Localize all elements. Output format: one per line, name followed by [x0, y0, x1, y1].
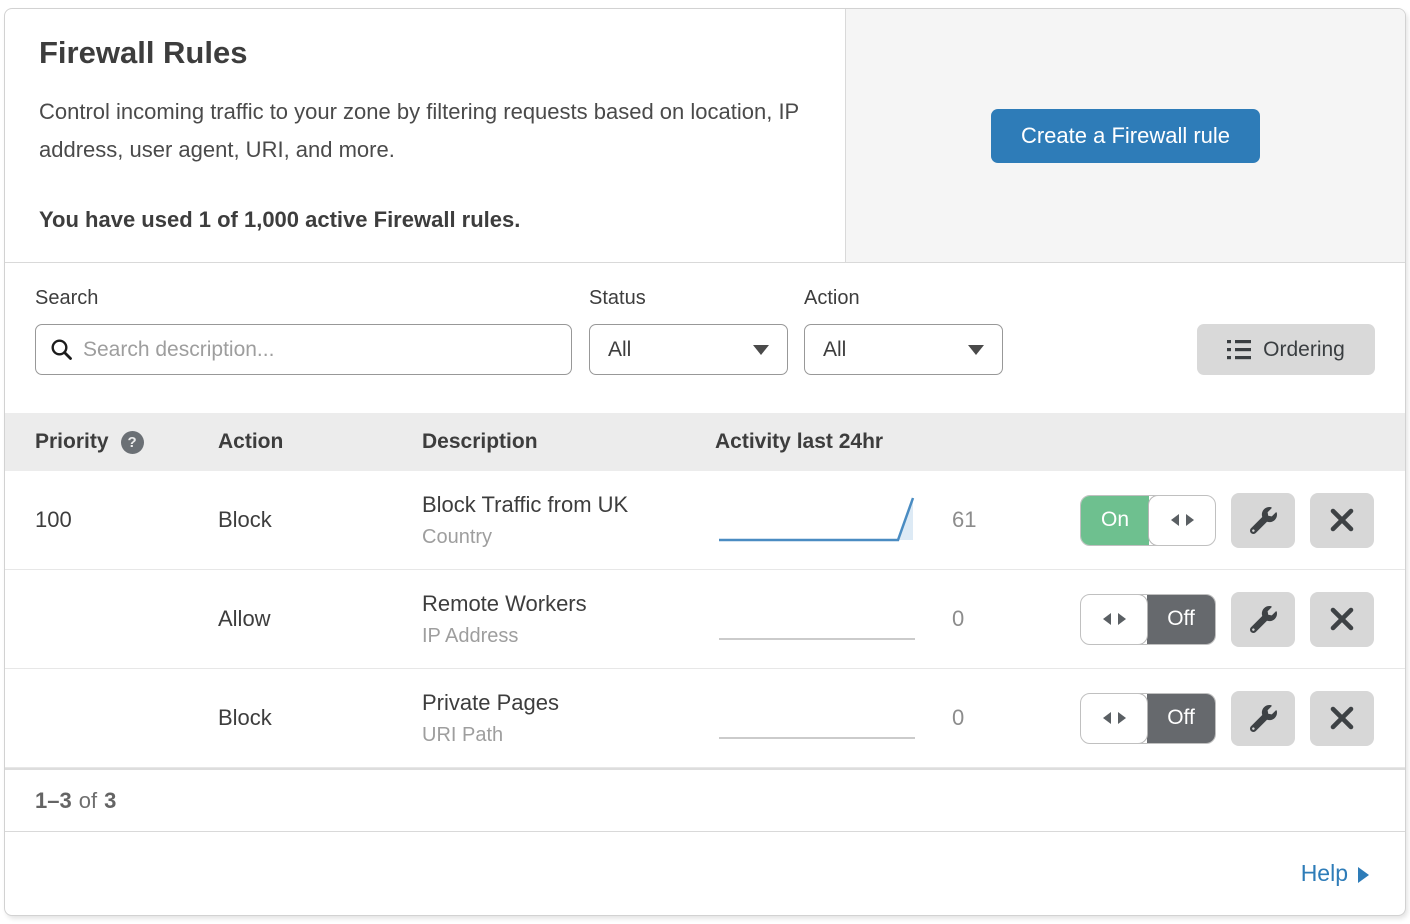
activity-cell: 0 [715, 591, 1080, 647]
delete-rule-button[interactable] [1310, 493, 1374, 548]
toggle-knob[interactable] [1148, 495, 1216, 546]
action-select[interactable]: All [804, 324, 1003, 375]
status-select[interactable]: All [589, 324, 788, 375]
help-bar: Help [5, 831, 1405, 915]
pagination-of: of [79, 788, 97, 814]
enable-toggle[interactable]: On [1080, 495, 1216, 546]
action-selected-value: All [823, 338, 846, 362]
edit-rule-button[interactable] [1231, 691, 1295, 746]
enable-toggle[interactable]: Off [1080, 594, 1216, 645]
search-icon [50, 338, 73, 361]
header-text-block: Firewall Rules Control incoming traffic … [5, 9, 845, 262]
firewall-rules-panel: Firewall Rules Control incoming traffic … [4, 8, 1406, 916]
toggle-knob[interactable] [1080, 693, 1148, 744]
toggle-state-label: Off [1147, 595, 1215, 644]
table-header-row: Priority ? Action Description Activity l… [5, 413, 1405, 471]
activity-cell: 0 [715, 690, 1080, 746]
status-selected-value: All [608, 338, 631, 362]
toggle-state-label: On [1081, 496, 1149, 545]
arrow-right-icon [1186, 514, 1194, 526]
help-link-label: Help [1301, 860, 1348, 887]
table-body: 100 Block Block Traffic from UK Country … [5, 471, 1405, 768]
rule-description: Block Traffic from UK [422, 492, 715, 518]
wrench-icon [1250, 705, 1277, 732]
action-cell: Block [218, 705, 422, 731]
delete-rule-button[interactable] [1310, 592, 1374, 647]
chevron-down-icon [968, 345, 984, 355]
activity-sparkline-icon [715, 690, 920, 746]
column-header-action: Action [218, 430, 422, 454]
activity-count: 61 [952, 507, 976, 533]
toggle-knob[interactable] [1080, 594, 1148, 645]
page-description: Control incoming traffic to your zone by… [39, 93, 809, 169]
search-group: Search [35, 287, 572, 375]
close-icon [1330, 706, 1354, 730]
search-box [35, 324, 572, 375]
delete-rule-button[interactable] [1310, 691, 1374, 746]
rule-description: Private Pages [422, 690, 715, 716]
list-ordering-icon [1227, 339, 1251, 360]
table-row: Allow Remote Workers IP Address 0 Off [5, 570, 1405, 669]
wrench-icon [1250, 507, 1277, 534]
action-cell: Allow [218, 606, 422, 632]
create-firewall-rule-button[interactable]: Create a Firewall rule [991, 109, 1260, 163]
page-title: Firewall Rules [39, 35, 811, 71]
ordering-button-label: Ordering [1263, 338, 1345, 362]
action-label: Action [804, 287, 1003, 310]
row-controls: Off [1080, 592, 1405, 647]
description-cell: Remote Workers IP Address [422, 591, 715, 648]
arrow-left-icon [1103, 613, 1111, 625]
close-icon [1330, 607, 1354, 631]
close-icon [1330, 508, 1354, 532]
description-cell: Block Traffic from UK Country [422, 492, 715, 549]
header-section: Firewall Rules Control incoming traffic … [5, 9, 1405, 263]
rule-description: Remote Workers [422, 591, 715, 617]
header-action-panel: Create a Firewall rule [845, 9, 1405, 262]
row-controls: Off [1080, 691, 1405, 746]
ordering-button[interactable]: Ordering [1197, 324, 1375, 375]
column-header-priority: Priority ? [35, 430, 218, 454]
arrow-right-icon [1358, 867, 1369, 883]
column-header-activity: Activity last 24hr [715, 430, 1080, 454]
action-cell: Block [218, 507, 422, 533]
activity-count: 0 [952, 705, 964, 731]
status-group: Status All [589, 287, 788, 375]
activity-count: 0 [952, 606, 964, 632]
pagination-range: 1–3 [35, 788, 72, 814]
chevron-down-icon [753, 345, 769, 355]
table-row: Block Private Pages URI Path 0 Off [5, 669, 1405, 768]
activity-sparkline-icon [715, 591, 920, 647]
enable-toggle[interactable]: Off [1080, 693, 1216, 744]
rule-type: IP Address [422, 625, 715, 648]
column-header-description: Description [422, 430, 715, 454]
pagination-bar: 1–3 of 3 [5, 768, 1405, 831]
rule-type: Country [422, 526, 715, 549]
arrow-left-icon [1171, 514, 1179, 526]
search-label: Search [35, 287, 572, 310]
description-cell: Private Pages URI Path [422, 690, 715, 747]
filter-bar: Search Status All Action All [5, 263, 1405, 413]
edit-rule-button[interactable] [1231, 592, 1295, 647]
arrow-right-icon [1118, 712, 1126, 724]
activity-cell: 61 [715, 492, 1080, 548]
activity-sparkline-icon [715, 492, 920, 548]
arrow-right-icon [1118, 613, 1126, 625]
search-input[interactable] [83, 338, 557, 362]
priority-cell: 100 [35, 507, 218, 533]
pagination-total: 3 [104, 788, 116, 814]
row-controls: On [1080, 493, 1405, 548]
rule-type: URI Path [422, 724, 715, 747]
priority-help-icon[interactable]: ? [121, 431, 144, 454]
table-row: 100 Block Block Traffic from UK Country … [5, 471, 1405, 570]
wrench-icon [1250, 606, 1277, 633]
usage-note: You have used 1 of 1,000 active Firewall… [39, 207, 811, 233]
arrow-left-icon [1103, 712, 1111, 724]
edit-rule-button[interactable] [1231, 493, 1295, 548]
status-label: Status [589, 287, 788, 310]
toggle-state-label: Off [1147, 694, 1215, 743]
action-group: Action All [804, 287, 1003, 375]
help-link[interactable]: Help [1301, 860, 1369, 887]
